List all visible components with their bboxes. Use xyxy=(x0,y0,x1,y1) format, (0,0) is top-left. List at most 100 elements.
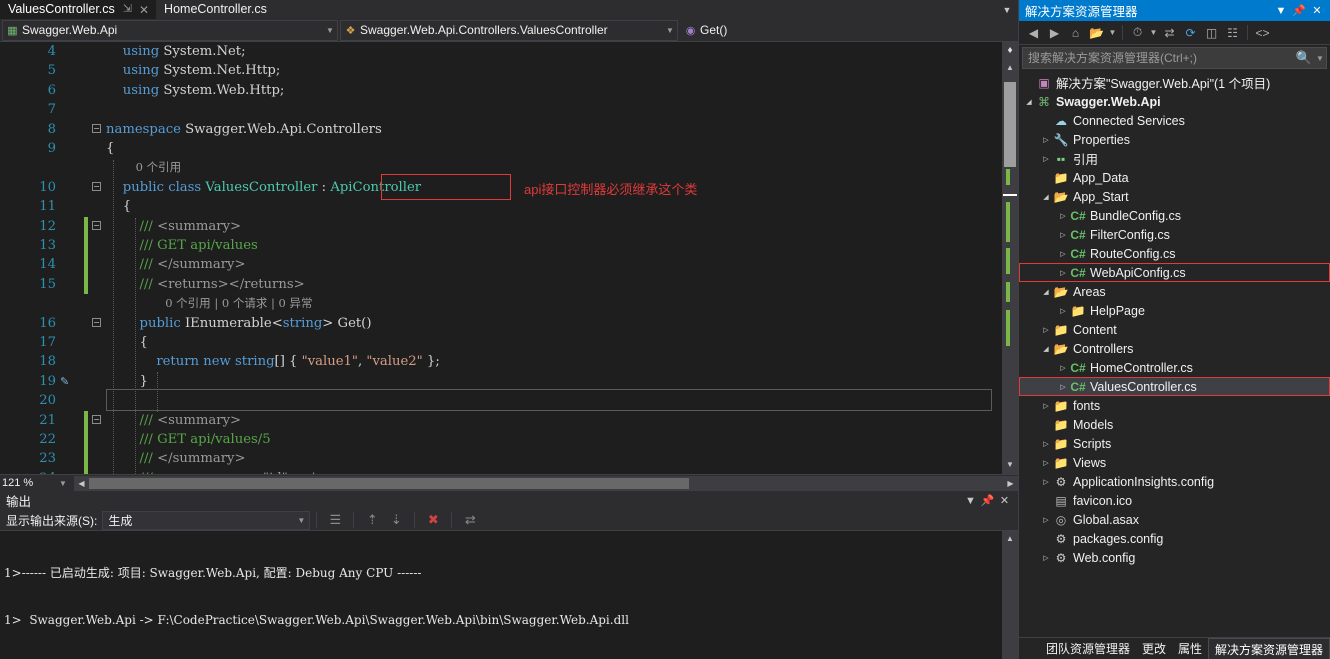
show-all-files-icon[interactable]: ◫ xyxy=(1201,23,1222,43)
collapsed-chevron-icon[interactable]: ▷ xyxy=(1040,459,1052,467)
tree-item-properties[interactable]: ▷ 🔧 Properties xyxy=(1019,130,1330,149)
se-bottom-tab-active[interactable]: 解决方案资源管理器 xyxy=(1207,638,1330,659)
tree-item-content[interactable]: ▷ 📁 Content xyxy=(1019,320,1330,339)
tree-item-routeconfig.cs[interactable]: ▷ C# RouteConfig.cs xyxy=(1019,244,1330,263)
go-to-previous-message-icon[interactable]: ⇡ xyxy=(360,510,384,530)
tab-values-controller[interactable]: ValuesController.cs ⇲ ✕ xyxy=(0,0,157,19)
tab-overflow-chevron-down-icon[interactable]: ▼ xyxy=(996,0,1018,19)
code-line[interactable]: 15 /// <returns></returns> xyxy=(0,274,1002,295)
collapsed-chevron-icon[interactable]: ▷ xyxy=(1057,364,1069,372)
close-icon[interactable]: ✕ xyxy=(139,4,149,16)
fold-toggle-icon[interactable]: − xyxy=(92,317,101,327)
clear-all-icon[interactable]: ✖ xyxy=(421,510,445,530)
zoom-level[interactable]: 121 % xyxy=(0,477,56,489)
pin-icon[interactable]: 📌 xyxy=(1290,4,1308,17)
collapsed-chevron-icon[interactable]: ▷ xyxy=(1040,402,1052,410)
fold-toggle-icon[interactable]: − xyxy=(92,181,101,191)
close-icon[interactable]: ✕ xyxy=(996,494,1013,507)
code-line[interactable]: 0 个引用 xyxy=(0,158,1002,177)
tree-item-swagger.web.api[interactable]: ◢ ⌘ Swagger.Web.Api xyxy=(1019,92,1330,111)
collapse-all-icon[interactable]: ⇄ xyxy=(1159,23,1180,43)
collapsed-chevron-icon[interactable]: ▷ xyxy=(1040,516,1052,524)
tab-home-controller[interactable]: HomeController.cs xyxy=(156,0,274,19)
code-line[interactable]: 5 using System.Net.Http; xyxy=(0,61,1002,80)
scroll-down-arrow-icon[interactable]: ▼ xyxy=(1002,457,1018,472)
output-source-select[interactable]: 生成 ▼ xyxy=(102,510,311,530)
code-line[interactable]: 22 /// GET api/values/5 xyxy=(0,430,1002,450)
split-view-handle-icon[interactable]: ♦ xyxy=(1002,42,1018,59)
expanded-chevron-icon[interactable]: ◢ xyxy=(1040,345,1052,353)
scroll-left-arrow-icon[interactable]: ◀ xyxy=(74,476,89,491)
collapsed-chevron-icon[interactable]: ▷ xyxy=(1057,212,1069,220)
forward-icon[interactable]: ▶ xyxy=(1044,23,1065,43)
code-line[interactable]: 17 { xyxy=(0,333,1002,352)
tree-item-web.config[interactable]: ▷ ⚙ Web.config xyxy=(1019,548,1330,567)
hscrollbar-thumb[interactable] xyxy=(89,477,689,489)
output-vertical-scrollbar[interactable]: ▲ ▼ xyxy=(1002,531,1018,659)
tree-item-homecontroller.cs[interactable]: ▷ C# HomeController.cs xyxy=(1019,358,1330,377)
code-line[interactable]: 23 /// </summary> xyxy=(0,449,1002,469)
refresh-icon[interactable]: ⟳ xyxy=(1180,23,1201,43)
tree-item-helppage[interactable]: ▷ 📁 HelpPage xyxy=(1019,301,1330,320)
chevron-down-icon[interactable]: ▼ xyxy=(323,26,337,35)
fold-toggle-icon[interactable]: − xyxy=(92,414,101,424)
tree-item-bundleconfig.cs[interactable]: ▷ C# BundleConfig.cs xyxy=(1019,206,1330,225)
chevron-down-icon[interactable]: ▼ xyxy=(1314,54,1326,63)
project-dropdown[interactable]: ▦ Swagger.Web.Api ▼ xyxy=(2,19,338,41)
back-icon[interactable]: ◀ xyxy=(1023,23,1044,43)
code-line[interactable]: 10 − public class ValuesController : ApiC… xyxy=(0,178,1002,197)
tree-item--swagger.web.api-1-[interactable]: ▣ 解决方案"Swagger.Web.Api"(1 个项目) xyxy=(1019,73,1330,92)
tree-item-models[interactable]: 📁 Models xyxy=(1019,415,1330,434)
expanded-chevron-icon[interactable]: ◢ xyxy=(1040,193,1052,201)
class-dropdown[interactable]: ❖ Swagger.Web.Api.Controllers.ValuesCont… xyxy=(340,19,678,41)
tree-item-fonts[interactable]: ▷ 📁 fonts xyxy=(1019,396,1330,415)
home-icon[interactable]: ⌂ xyxy=(1065,23,1086,43)
search-input[interactable] xyxy=(1028,51,1294,65)
se-bottom-tab-item[interactable]: 团队资源管理器 xyxy=(1040,638,1136,659)
tree-item-areas[interactable]: ◢ 📂 Areas xyxy=(1019,282,1330,301)
toggle-word-wrap-icon[interactable]: ⇄ xyxy=(458,510,482,530)
tree-item-app-start[interactable]: ◢ 📂 App_Start xyxy=(1019,187,1330,206)
code-line[interactable]: 4 using System.Net; xyxy=(0,42,1002,61)
view-code-icon[interactable]: <> xyxy=(1252,23,1273,43)
code-line[interactable]: 24 /// <param name="id"></param> xyxy=(0,468,1002,474)
scroll-up-arrow-icon[interactable]: ▲ xyxy=(1002,60,1018,75)
collapsed-chevron-icon[interactable]: ▷ xyxy=(1040,326,1052,334)
code-line[interactable]: 11 { xyxy=(0,197,1002,216)
editor-horizontal-scrollbar[interactable]: ◀ ▶ xyxy=(74,475,1018,491)
zoom-chevron-down-icon[interactable]: ▼ xyxy=(56,479,70,488)
code-line[interactable]: 19 ✎ } xyxy=(0,372,1002,391)
collapsed-chevron-icon[interactable]: ▷ xyxy=(1040,478,1052,486)
tree-item-packages.config[interactable]: ⚙ packages.config xyxy=(1019,529,1330,548)
code-line[interactable]: 7 xyxy=(0,100,1002,119)
tree-item-controllers[interactable]: ◢ 📂 Controllers xyxy=(1019,339,1330,358)
se-bottom-tab-item[interactable]: 更改 xyxy=(1136,638,1172,659)
member-dropdown[interactable]: ◉ Get() xyxy=(680,19,1010,41)
se-bottom-tab-item[interactable]: 属性 xyxy=(1172,638,1208,659)
code-line[interactable]: 21 − /// <summary> xyxy=(0,410,1002,430)
collapsed-chevron-icon[interactable]: ▷ xyxy=(1057,250,1069,258)
code-line[interactable]: 18 return new string[] { "value1", "valu… xyxy=(0,352,1002,371)
chevron-down-icon[interactable]: ▼ xyxy=(1107,23,1118,43)
code-line[interactable]: 12 − /// <summary> xyxy=(0,216,1002,236)
code-line[interactable]: 6 using System.Web.Http; xyxy=(0,81,1002,100)
collapsed-chevron-icon[interactable]: ▷ xyxy=(1057,231,1069,239)
chevron-down-icon[interactable]: ▼ xyxy=(1148,23,1159,43)
properties-icon[interactable]: ☷ xyxy=(1222,23,1243,43)
code-line[interactable]: 13 /// GET api/values xyxy=(0,236,1002,256)
collapsed-chevron-icon[interactable]: ▷ xyxy=(1040,440,1052,448)
tree-item-connected-services[interactable]: ☁ Connected Services xyxy=(1019,111,1330,130)
scrollbar-thumb[interactable] xyxy=(1004,82,1016,167)
code-line[interactable]: 16 − public IEnumerable<string> Get() xyxy=(0,314,1002,333)
code-line[interactable]: 20 xyxy=(0,391,1002,410)
chevron-down-icon[interactable]: ▼ xyxy=(297,516,309,525)
code-editor[interactable]: 4 using System.Net; 5 using System.Net.Ht… xyxy=(0,42,1002,474)
tree-item-app-data[interactable]: 📁 App_Data xyxy=(1019,168,1330,187)
editor-vertical-scrollbar[interactable]: ♦ ▲ ▼ xyxy=(1002,42,1018,474)
fold-toggle-icon[interactable]: − xyxy=(92,220,101,230)
code-line[interactable]: 8 − namespace Swagger.Web.Api.Controllers xyxy=(0,120,1002,139)
expanded-chevron-icon[interactable]: ◢ xyxy=(1023,98,1035,106)
expanded-chevron-icon[interactable]: ◢ xyxy=(1040,288,1052,296)
search-icon[interactable]: 🔍 xyxy=(1294,50,1314,66)
pin-icon[interactable]: ⇲ xyxy=(123,4,132,15)
